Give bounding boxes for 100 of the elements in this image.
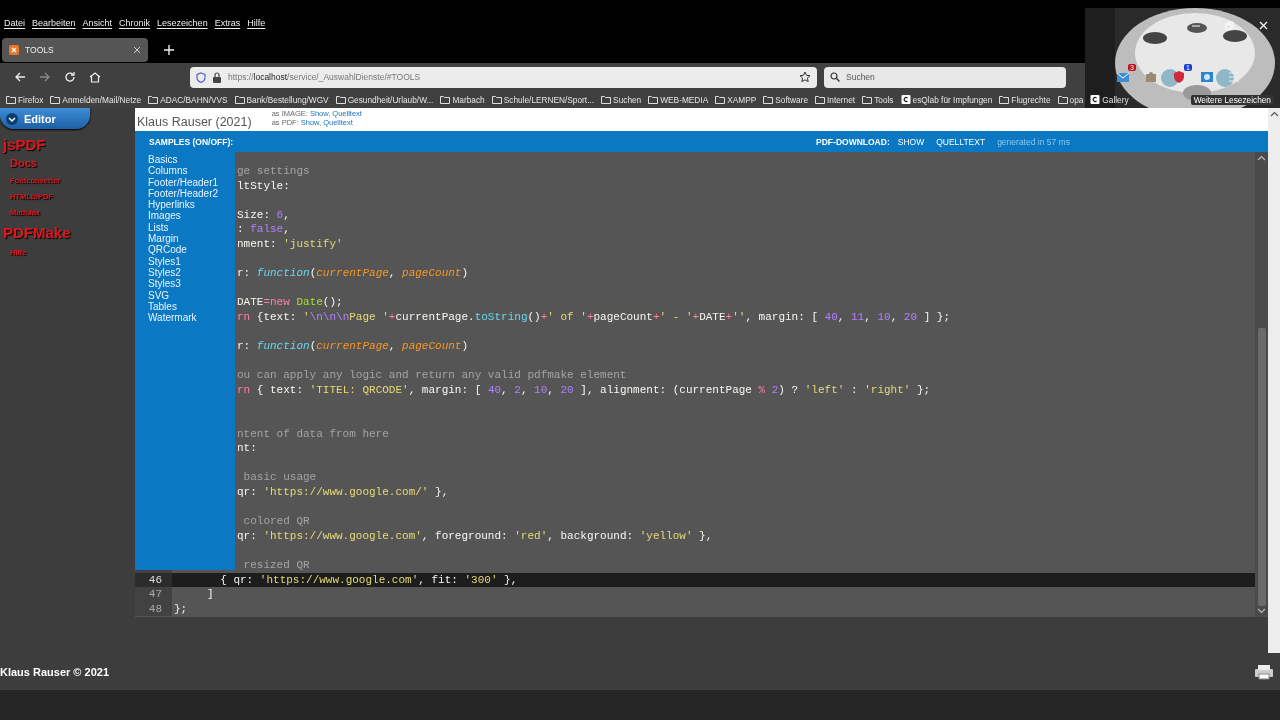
bookmark[interactable]: Anmelden/Mail/Netze [50, 94, 142, 105]
photo-icon[interactable] [1200, 70, 1214, 84]
bookmark[interactable]: ADAC/BAHN/VVS [148, 94, 228, 105]
home-icon[interactable] [89, 71, 101, 83]
folder-icon [440, 95, 451, 104]
code-line: resized QR [242, 558, 310, 573]
folder-icon [715, 95, 726, 104]
menu-item[interactable]: Images [148, 210, 181, 222]
author-text: Klaus Rauser (2021) [137, 115, 252, 129]
bookmark[interactable]: esQlab für Impfungen [900, 94, 993, 105]
chevron-down-icon [6, 112, 18, 125]
menu-item[interactable]: Styles3 [148, 278, 181, 290]
code-line: ltStyle: [237, 178, 290, 194]
browser-tab[interactable]: TOOLS [2, 37, 148, 62]
status-text: generated in 57 ms [997, 136, 1070, 147]
code-line: rn {text: '\n\n\nPage '+currentPage.toString()+' of '+pageCount+' - '+DATE+'', margin: [ 40, 11, 10, 20 ] }; [237, 309, 951, 325]
code-line: ntent of data from here [237, 426, 389, 442]
bookmarks-link[interactable]: Weitere Lesezeichen [1190, 94, 1274, 105]
menu-item[interactable]: Footer/Header1 [148, 176, 219, 188]
folder-icon [862, 95, 873, 104]
code-line: Size: 6, [237, 207, 290, 223]
code-line: r: function(currentPage, pageCount) [237, 266, 469, 281]
folder-icon [6, 95, 16, 104]
code-line: ge settings [237, 164, 310, 179]
scroll-up-icon[interactable] [1269, 110, 1279, 119]
bookmark[interactable]: Gesundheit/Urlaub/W... [335, 94, 434, 105]
menu-item[interactable]: Margin [148, 233, 179, 245]
folder-icon [1057, 95, 1068, 104]
bookmark[interactable]: Gallery [1090, 94, 1129, 105]
bookmark[interactable]: Suchen [601, 94, 642, 105]
reload-icon[interactable] [64, 71, 76, 83]
menu-item[interactable]: SVG [148, 289, 170, 301]
bookmark[interactable]: WEB-MEDIA [648, 94, 709, 105]
code-line: qr: 'https://www.google.com', foreground: 'red', background: 'yellow' }, [237, 528, 713, 544]
bookmark[interactable]: Firefox [6, 94, 44, 105]
menu-item[interactable]: Ansicht [82, 18, 113, 28]
bookmark[interactable]: Bank/Bestellung/WGV [234, 94, 329, 105]
menu-item[interactable]: Columns [148, 165, 188, 177]
menu-item[interactable]: Datei [4, 18, 25, 28]
menu-item[interactable]: Styles2 [148, 266, 181, 279]
bookmark[interactable]: Marbach [440, 94, 485, 105]
menu-item[interactable]: Watermark [148, 312, 197, 324]
site-icon [1090, 95, 1101, 104]
site-icon [900, 95, 911, 104]
code-line: r: function(currentPage, pageCount) [237, 339, 469, 354]
menu-item[interactable]: Chronik [119, 18, 151, 28]
menu-item[interactable]: QRCode [148, 244, 187, 256]
code-line: }; [173, 601, 188, 617]
forward-icon[interactable] [39, 71, 51, 83]
search-icon [830, 72, 840, 82]
menu-item[interactable]: Tables [148, 300, 177, 313]
bookmark[interactable]: XAMPP [715, 94, 757, 105]
menu-item[interactable]: Lists [148, 221, 169, 234]
code-line: rn { text: 'TITEL: QRCODE', margin: [ 40, 2, 10, 20 ], alignment: (currentPage % 2) ? 'left' : 'right' }; [237, 382, 931, 398]
tab-title: TOOLS [25, 44, 55, 55]
toolbar-link[interactable]: SHOW [897, 136, 925, 147]
code-line: DATE=new Date(); [237, 295, 343, 310]
bookmark[interactable]: Software [763, 94, 808, 105]
mail-icon[interactable] [1116, 70, 1130, 84]
download-label: PDF-DOWNLOAD: [816, 136, 890, 147]
shield-icon[interactable] [1172, 70, 1186, 84]
bookmark[interactable]: Flugrechte [999, 94, 1051, 105]
toolbar-link[interactable]: QUELLTEXT [936, 136, 986, 147]
scroll-down-icon[interactable] [1257, 606, 1266, 615]
folder-icon [234, 95, 245, 104]
folder-icon [335, 95, 346, 104]
code-line: { qr: 'https://www.google.com', fit: '300' }, [219, 572, 518, 588]
menu-item[interactable]: Bearbeiten [32, 18, 76, 28]
menu-item[interactable]: Footer/Header2 [148, 187, 219, 200]
editor-button[interactable]: Editor [0, 108, 90, 129]
menu-item[interactable]: Styles1 [148, 255, 181, 267]
puzzle-icon[interactable] [1144, 70, 1158, 84]
folder-icon [815, 95, 825, 104]
bookmark[interactable]: opa [1057, 94, 1084, 105]
footer-text: Klaus Rauser © 2021 [0, 665, 109, 678]
bookmark[interactable]: Schule/LERNEN/Sport... [491, 94, 595, 105]
plus-icon[interactable] [164, 44, 174, 55]
code-line: basic usage [242, 470, 317, 486]
folder-icon [999, 95, 1010, 104]
star-icon[interactable] [799, 71, 811, 83]
menu-item[interactable]: Extras [214, 18, 241, 28]
folder-icon [601, 95, 612, 104]
menu-item[interactable]: Lesezeichen [157, 18, 208, 28]
lock-icon [212, 71, 222, 83]
shield-icon [196, 71, 206, 83]
back-icon[interactable] [14, 71, 26, 83]
menu-item[interactable]: Hyperlinks [148, 199, 195, 211]
search-field[interactable]: Suchen [824, 66, 1066, 88]
code-line: ] [206, 587, 214, 602]
menu-item[interactable]: Basics [148, 154, 178, 166]
samples-toggle[interactable]: SAMPLES (ON/OFF): [149, 136, 234, 147]
code-line: nt: [237, 441, 257, 456]
bookmark[interactable]: Tools [862, 94, 894, 105]
printer-icon[interactable] [1254, 663, 1274, 680]
bookmark[interactable]: Internet [815, 94, 856, 105]
folder-icon [648, 95, 659, 104]
menu-item[interactable]: Hilfe [247, 18, 266, 28]
scroll-thumb[interactable] [1257, 327, 1266, 607]
address-field[interactable]: https://localhost/service/_AuswahlDienste/#TOOLS [190, 66, 817, 88]
scroll-up-icon[interactable] [1257, 154, 1266, 163]
